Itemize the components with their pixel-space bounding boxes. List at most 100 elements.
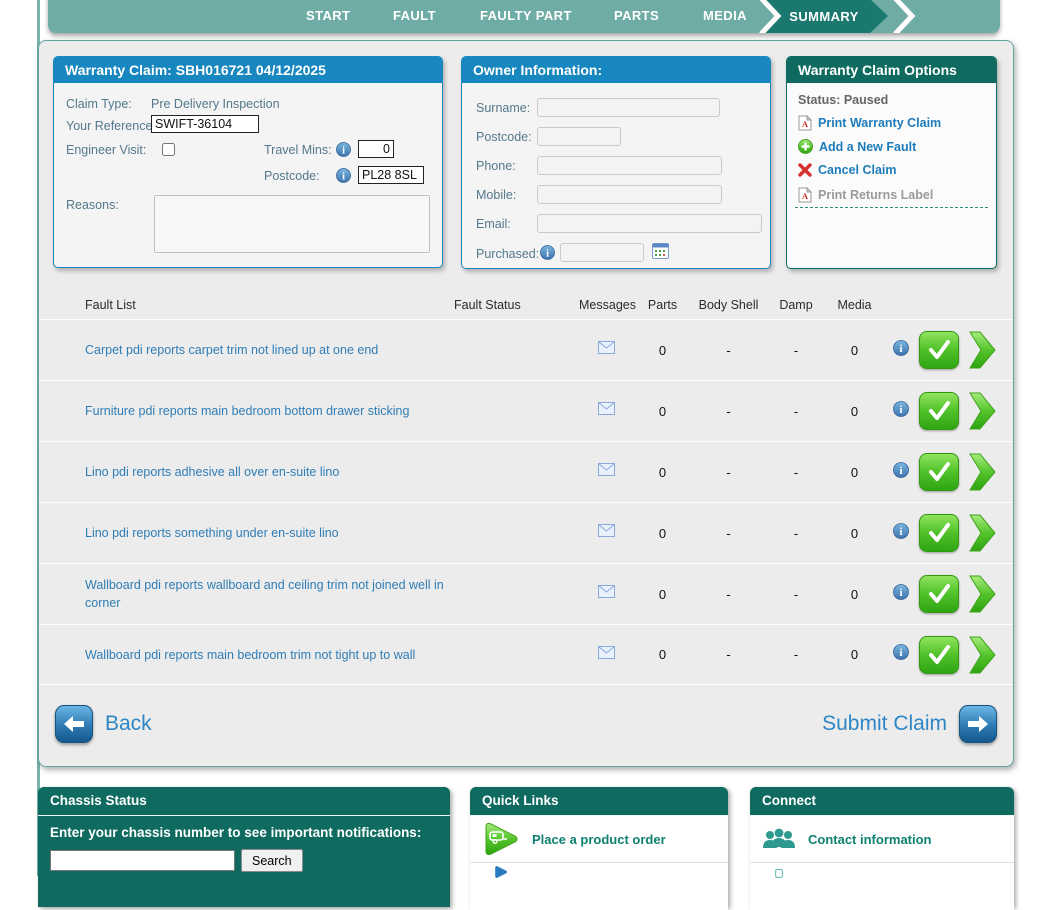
claim-postcode-input[interactable] bbox=[358, 166, 424, 184]
messages-icon[interactable] bbox=[598, 646, 615, 659]
messages-icon[interactable] bbox=[598, 524, 615, 537]
tab-fault[interactable]: FAULT bbox=[393, 8, 436, 23]
fault-complete-button[interactable] bbox=[919, 331, 959, 369]
calendar-icon[interactable] bbox=[652, 243, 669, 259]
travel-mins-info-icon[interactable]: i bbox=[336, 142, 351, 157]
claim-status-text: Status: Paused bbox=[798, 93, 888, 107]
pdf-icon: A bbox=[798, 187, 812, 203]
fault-info-icon[interactable]: i bbox=[893, 523, 909, 539]
fault-open-arrow[interactable] bbox=[969, 575, 996, 613]
warranty-claim-options-panel: Warranty Claim Options Status: Paused A … bbox=[786, 56, 997, 269]
arrow-right-icon bbox=[966, 714, 990, 734]
fault-open-arrow[interactable] bbox=[969, 392, 996, 430]
fault-link[interactable]: Lino pdi reports something under en-suit… bbox=[85, 526, 339, 540]
reasons-textarea[interactable] bbox=[154, 195, 430, 253]
chassis-status-title: Chassis Status bbox=[38, 787, 450, 816]
print-returns-label-link: A Print Returns Label bbox=[798, 187, 933, 203]
connect-title: Connect bbox=[750, 787, 1014, 816]
messages-icon[interactable] bbox=[598, 341, 615, 354]
fault-open-arrow[interactable] bbox=[969, 636, 996, 674]
owner-postcode-input[interactable] bbox=[537, 127, 621, 146]
fault-open-arrow[interactable] bbox=[969, 453, 996, 491]
chassis-prompt: Enter your chassis number to see importa… bbox=[50, 825, 438, 840]
fault-link[interactable]: Lino pdi reports adhesive all over en-su… bbox=[85, 465, 339, 479]
connect-link-secondary[interactable] bbox=[750, 863, 1014, 910]
claim-type-value: Pre Delivery Inspection bbox=[151, 97, 280, 111]
header-fault-list: Fault List bbox=[85, 298, 454, 312]
fault-complete-button[interactable] bbox=[919, 636, 959, 674]
chassis-number-input[interactable] bbox=[50, 850, 235, 871]
fault-row: Lino pdi reports adhesive all over en-su… bbox=[39, 441, 1013, 502]
fault-complete-button[interactable] bbox=[919, 453, 959, 491]
tab-summary[interactable]: SUMMARY bbox=[748, 0, 920, 33]
fault-info-icon[interactable]: i bbox=[893, 462, 909, 478]
travel-mins-input[interactable] bbox=[358, 140, 394, 158]
tab-parts[interactable]: PARTS bbox=[614, 8, 659, 23]
media-count: 0 bbox=[826, 465, 883, 480]
damp-value: - bbox=[766, 526, 826, 541]
damp-value: - bbox=[766, 404, 826, 419]
damp-value: - bbox=[766, 465, 826, 480]
fault-row: Wallboard pdi reports wallboard and ceil… bbox=[39, 563, 1013, 624]
damp-value: - bbox=[766, 647, 826, 662]
messages-icon[interactable] bbox=[598, 585, 615, 598]
your-reference-label: Your Reference: bbox=[66, 119, 156, 133]
fault-link[interactable]: Wallboard pdi reports main bedroom trim … bbox=[85, 648, 415, 662]
engineer-visit-label: Engineer Visit: bbox=[66, 143, 146, 157]
header-parts: Parts bbox=[634, 298, 691, 312]
back-label[interactable]: Back bbox=[105, 712, 152, 736]
warranty-claim-options-title: Warranty Claim Options bbox=[787, 57, 996, 83]
submit-claim-button[interactable] bbox=[959, 705, 997, 743]
fault-complete-button[interactable] bbox=[919, 514, 959, 552]
svg-text:A: A bbox=[802, 191, 809, 201]
fault-link[interactable]: Furniture pdi reports main bedroom botto… bbox=[85, 404, 409, 418]
header-body-shell: Body Shell bbox=[691, 298, 766, 312]
email-input[interactable] bbox=[537, 214, 762, 233]
fault-open-arrow[interactable] bbox=[969, 514, 996, 552]
fault-link[interactable]: Wallboard pdi reports wallboard and ceil… bbox=[85, 578, 444, 610]
back-button[interactable] bbox=[55, 705, 93, 743]
email-label: Email: bbox=[476, 217, 511, 231]
fault-link[interactable]: Carpet pdi reports carpet trim not lined… bbox=[85, 343, 378, 357]
messages-icon[interactable] bbox=[598, 463, 615, 476]
phone-input[interactable] bbox=[537, 156, 722, 175]
fault-info-icon[interactable]: i bbox=[893, 584, 909, 600]
tab-media[interactable]: MEDIA bbox=[703, 8, 747, 23]
fault-complete-button[interactable] bbox=[919, 575, 959, 613]
fault-info-icon[interactable]: i bbox=[893, 644, 909, 660]
fault-complete-button[interactable] bbox=[919, 392, 959, 430]
postcode-info-icon[interactable]: i bbox=[336, 168, 351, 183]
add-new-fault-link[interactable]: Add a New Fault bbox=[798, 139, 916, 154]
purchased-info-icon[interactable]: i bbox=[540, 245, 555, 260]
tab-faulty-part[interactable]: FAULTY PART bbox=[480, 8, 572, 23]
mobile-input[interactable] bbox=[537, 185, 722, 204]
tab-start[interactable]: START bbox=[306, 8, 350, 23]
messages-icon[interactable] bbox=[598, 402, 615, 415]
your-reference-input[interactable] bbox=[151, 115, 259, 133]
surname-label: Surname: bbox=[476, 101, 530, 115]
print-warranty-claim-link[interactable]: A Print Warranty Claim bbox=[798, 115, 941, 131]
body-shell-value: - bbox=[691, 465, 766, 480]
chassis-search-button[interactable]: Search bbox=[241, 849, 303, 872]
warranty-claim-title: Warranty Claim: SBH016721 04/12/2025 bbox=[54, 57, 442, 83]
parts-count: 0 bbox=[634, 647, 691, 662]
place-product-order-link[interactable]: Place a product order bbox=[470, 816, 728, 863]
damp-value: - bbox=[766, 343, 826, 358]
surname-input[interactable] bbox=[537, 98, 720, 117]
parts-count: 0 bbox=[634, 587, 691, 602]
engineer-visit-checkbox[interactable] bbox=[162, 143, 175, 156]
body-shell-value: - bbox=[691, 526, 766, 541]
fault-row: Carpet pdi reports carpet trim not lined… bbox=[39, 319, 1013, 380]
fault-info-icon[interactable]: i bbox=[893, 340, 909, 356]
quick-link-secondary[interactable] bbox=[470, 863, 728, 910]
svg-text:i: i bbox=[342, 145, 345, 156]
contact-information-link[interactable]: Contact information bbox=[750, 816, 1014, 863]
svg-text:A: A bbox=[802, 119, 809, 129]
cancel-claim-link[interactable]: Cancel Claim bbox=[798, 163, 897, 177]
fault-open-arrow[interactable] bbox=[969, 331, 996, 369]
submit-claim-label[interactable]: Submit Claim bbox=[822, 712, 947, 736]
purchased-date-input[interactable] bbox=[560, 243, 644, 262]
fault-info-icon[interactable]: i bbox=[893, 401, 909, 417]
purchased-label: Purchased: bbox=[476, 247, 539, 261]
header-damp: Damp bbox=[766, 298, 826, 312]
